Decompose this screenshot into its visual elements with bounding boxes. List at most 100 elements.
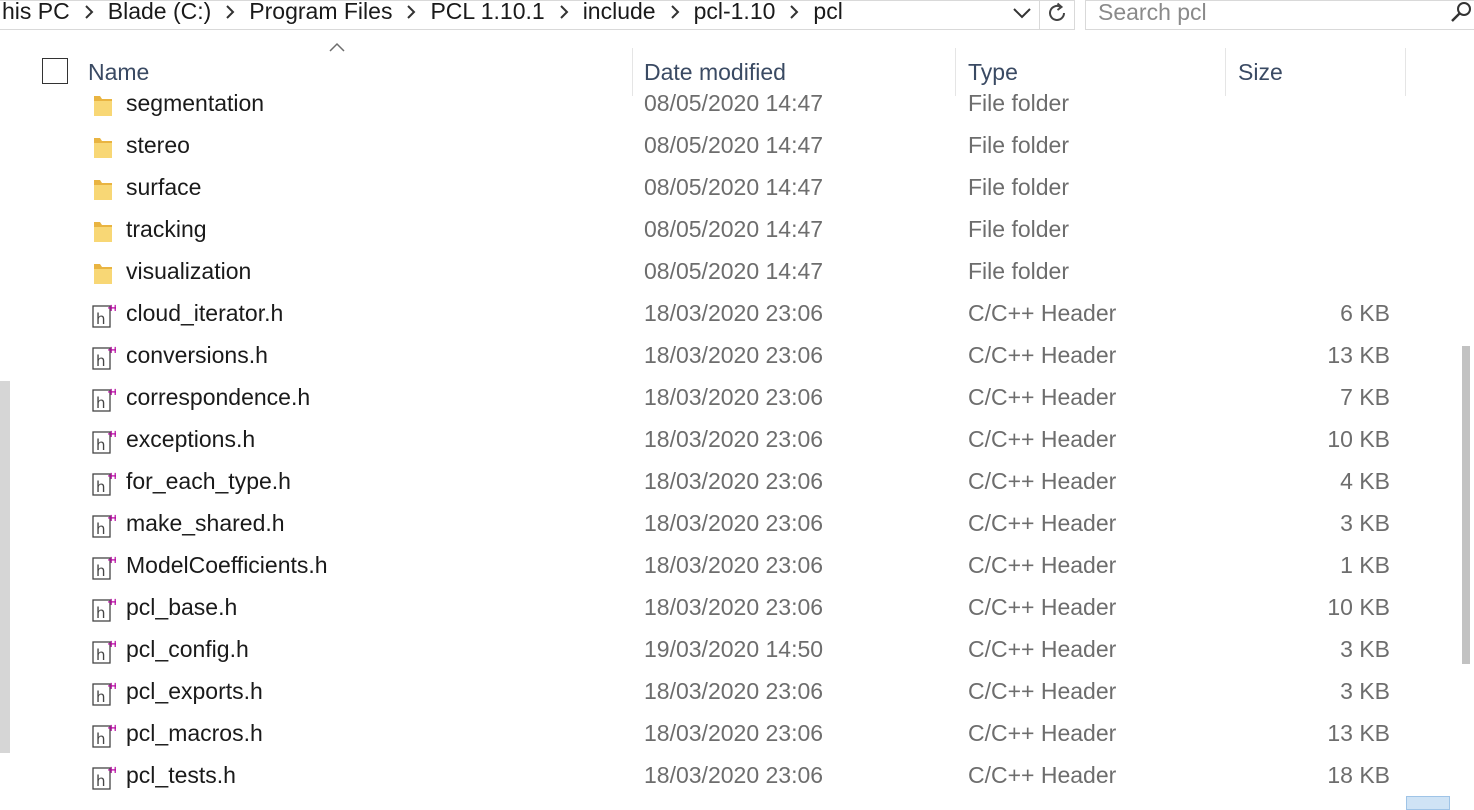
cpp-header-file-icon: h + + bbox=[90, 344, 119, 372]
search-icon[interactable] bbox=[1450, 1, 1474, 25]
file-date-modified: 18/03/2020 23:06 bbox=[644, 384, 824, 410]
file-type: File folder bbox=[968, 216, 1069, 242]
svg-text:h: h bbox=[96, 730, 106, 748]
folder-icon bbox=[90, 134, 116, 162]
file-name: for_each_type.h bbox=[126, 468, 291, 494]
file-type: C/C++ Header bbox=[968, 594, 1117, 620]
breadcrumb-item[interactable]: pcl-1.10 bbox=[692, 1, 778, 25]
file-row[interactable]: h + + pcl_macros.h 18/03/2020 23:06 C/C++ Hea… bbox=[0, 714, 1474, 756]
file-type: File folder bbox=[968, 90, 1069, 116]
file-type: C/C++ Header bbox=[968, 468, 1117, 494]
svg-text:+: + bbox=[111, 723, 116, 734]
file-name: conversions.h bbox=[126, 342, 268, 368]
svg-text:h: h bbox=[96, 310, 106, 328]
chevron-right-icon[interactable] bbox=[72, 1, 106, 22]
cpp-header-file-icon: h + + bbox=[90, 596, 119, 624]
refresh-button[interactable] bbox=[1039, 0, 1075, 30]
file-date-modified: 18/03/2020 23:06 bbox=[644, 468, 824, 494]
file-row[interactable]: h + + pcl_tests.h 18/03/2020 23:06 C/C++ Head… bbox=[0, 756, 1474, 798]
file-date-modified: 18/03/2020 23:06 bbox=[644, 426, 824, 452]
cpp-header-file-icon: h + + bbox=[90, 764, 119, 792]
file-date-modified: 18/03/2020 23:06 bbox=[644, 762, 824, 788]
refresh-icon bbox=[1045, 1, 1069, 30]
chevron-right-icon[interactable] bbox=[394, 1, 428, 22]
folder-row[interactable]: stereo 08/05/2020 14:47 File folder bbox=[0, 126, 1474, 168]
file-type: C/C++ Header bbox=[968, 300, 1117, 326]
breadcrumb-item[interactable]: pcl bbox=[811, 1, 844, 25]
file-row[interactable]: h + + conversions.h 18/03/2020 23:06 C/C++ He… bbox=[0, 336, 1474, 378]
file-list-scrollbar[interactable] bbox=[1458, 34, 1474, 810]
file-date-modified: 08/05/2020 14:47 bbox=[644, 258, 824, 284]
breadcrumb-item[interactable]: include bbox=[581, 1, 658, 25]
file-name: tracking bbox=[126, 216, 207, 242]
file-name: pcl_base.h bbox=[126, 594, 238, 620]
column-header-date-label: Date modified bbox=[644, 58, 786, 85]
file-list-scrollbar-thumb[interactable] bbox=[1462, 346, 1470, 664]
svg-text:+: + bbox=[111, 303, 116, 314]
svg-text:+: + bbox=[111, 555, 116, 566]
file-row[interactable]: h + + exceptions.h 18/03/2020 23:06 C/C++ Hea… bbox=[0, 420, 1474, 462]
folder-icon bbox=[90, 218, 116, 246]
cpp-header-file-icon: h + + bbox=[90, 302, 119, 330]
search-input[interactable]: Search pcl bbox=[1085, 0, 1474, 30]
svg-text:h: h bbox=[96, 520, 106, 538]
svg-text:h: h bbox=[96, 688, 106, 706]
svg-text:+: + bbox=[111, 513, 116, 524]
breadcrumb[interactable]: his PC Blade (C:) Program Files PCL 1.10.1 i… bbox=[0, 0, 1005, 30]
svg-text:+: + bbox=[111, 639, 116, 650]
file-type: C/C++ Header bbox=[968, 426, 1117, 452]
select-all-checkbox[interactable] bbox=[42, 58, 68, 84]
search-placeholder: Search pcl bbox=[1098, 0, 1207, 25]
chevron-right-icon[interactable] bbox=[658, 1, 692, 22]
folder-row[interactable]: segmentation 08/05/2020 14:47 File folder bbox=[0, 84, 1474, 126]
svg-text:h: h bbox=[96, 562, 106, 580]
file-name: surface bbox=[126, 174, 202, 200]
file-row[interactable]: h + + pcl_base.h 18/03/2020 23:06 C/C++ Heade… bbox=[0, 588, 1474, 630]
file-type: File folder bbox=[968, 258, 1069, 284]
file-size: 3 KB bbox=[1340, 510, 1390, 536]
file-type: C/C++ Header bbox=[968, 510, 1117, 536]
svg-text:h: h bbox=[96, 394, 106, 412]
address-history-button[interactable] bbox=[1005, 0, 1039, 30]
file-date-modified: 18/03/2020 23:06 bbox=[644, 678, 824, 704]
chevron-right-icon[interactable] bbox=[213, 1, 247, 22]
svg-text:h: h bbox=[96, 436, 106, 454]
file-size: 10 KB bbox=[1327, 594, 1390, 620]
file-row[interactable]: h + + for_each_type.h 18/03/2020 23:06 C/C++ … bbox=[0, 462, 1474, 504]
file-date-modified: 18/03/2020 23:06 bbox=[644, 594, 824, 620]
file-row[interactable]: h + + pcl_config.h 19/03/2020 14:50 C/C++ Hea… bbox=[0, 630, 1474, 672]
svg-text:h: h bbox=[96, 772, 106, 790]
column-header-name-label: Name bbox=[88, 58, 150, 85]
file-row[interactable]: h + + ModelCoefficients.h 18/03/2020 23:06 C/… bbox=[0, 546, 1474, 588]
file-name: pcl_macros.h bbox=[126, 720, 263, 746]
file-date-modified: 19/03/2020 14:50 bbox=[644, 636, 824, 662]
svg-text:+: + bbox=[111, 429, 116, 440]
svg-text:h: h bbox=[96, 478, 106, 496]
file-row[interactable]: h + + correspondence.h 18/03/2020 23:06 C/C++… bbox=[0, 378, 1474, 420]
breadcrumb-item[interactable]: Blade (C:) bbox=[106, 1, 214, 25]
breadcrumb-item[interactable]: PCL 1.10.1 bbox=[428, 1, 546, 25]
chevron-right-icon[interactable] bbox=[547, 1, 581, 22]
folder-row[interactable]: visualization 08/05/2020 14:47 File folder bbox=[0, 252, 1474, 294]
folder-row[interactable]: tracking 08/05/2020 14:47 File folder bbox=[0, 210, 1474, 252]
file-row[interactable]: h + + make_shared.h 18/03/2020 23:06 C/C++ He… bbox=[0, 504, 1474, 546]
folder-icon bbox=[90, 92, 116, 120]
file-row[interactable]: h + + pcl_exports.h 18/03/2020 23:06 C/C++ He… bbox=[0, 672, 1474, 714]
file-date-modified: 18/03/2020 23:06 bbox=[644, 720, 824, 746]
chevron-right-icon[interactable] bbox=[777, 1, 811, 22]
breadcrumb-item[interactable]: Program Files bbox=[247, 1, 394, 25]
svg-text:h: h bbox=[96, 604, 106, 622]
file-row[interactable]: h + + cloud_iterator.h 18/03/2020 23:06 C/C++… bbox=[0, 294, 1474, 336]
cpp-header-file-icon: h + + bbox=[90, 512, 119, 540]
file-name: make_shared.h bbox=[126, 510, 285, 536]
cpp-header-file-icon: h + + bbox=[90, 554, 119, 582]
file-name: exceptions.h bbox=[126, 426, 256, 452]
folder-row[interactable]: surface 08/05/2020 14:47 File folder bbox=[0, 168, 1474, 210]
file-type: C/C++ Header bbox=[968, 384, 1117, 410]
svg-text:+: + bbox=[111, 471, 116, 482]
address-bar: his PC Blade (C:) Program Files PCL 1.10.1 i… bbox=[0, 0, 1474, 34]
view-toggle-button[interactable] bbox=[1406, 796, 1450, 810]
file-size: 6 KB bbox=[1340, 300, 1390, 326]
breadcrumb-item[interactable]: his PC bbox=[0, 1, 72, 25]
file-date-modified: 08/05/2020 14:47 bbox=[644, 90, 824, 116]
